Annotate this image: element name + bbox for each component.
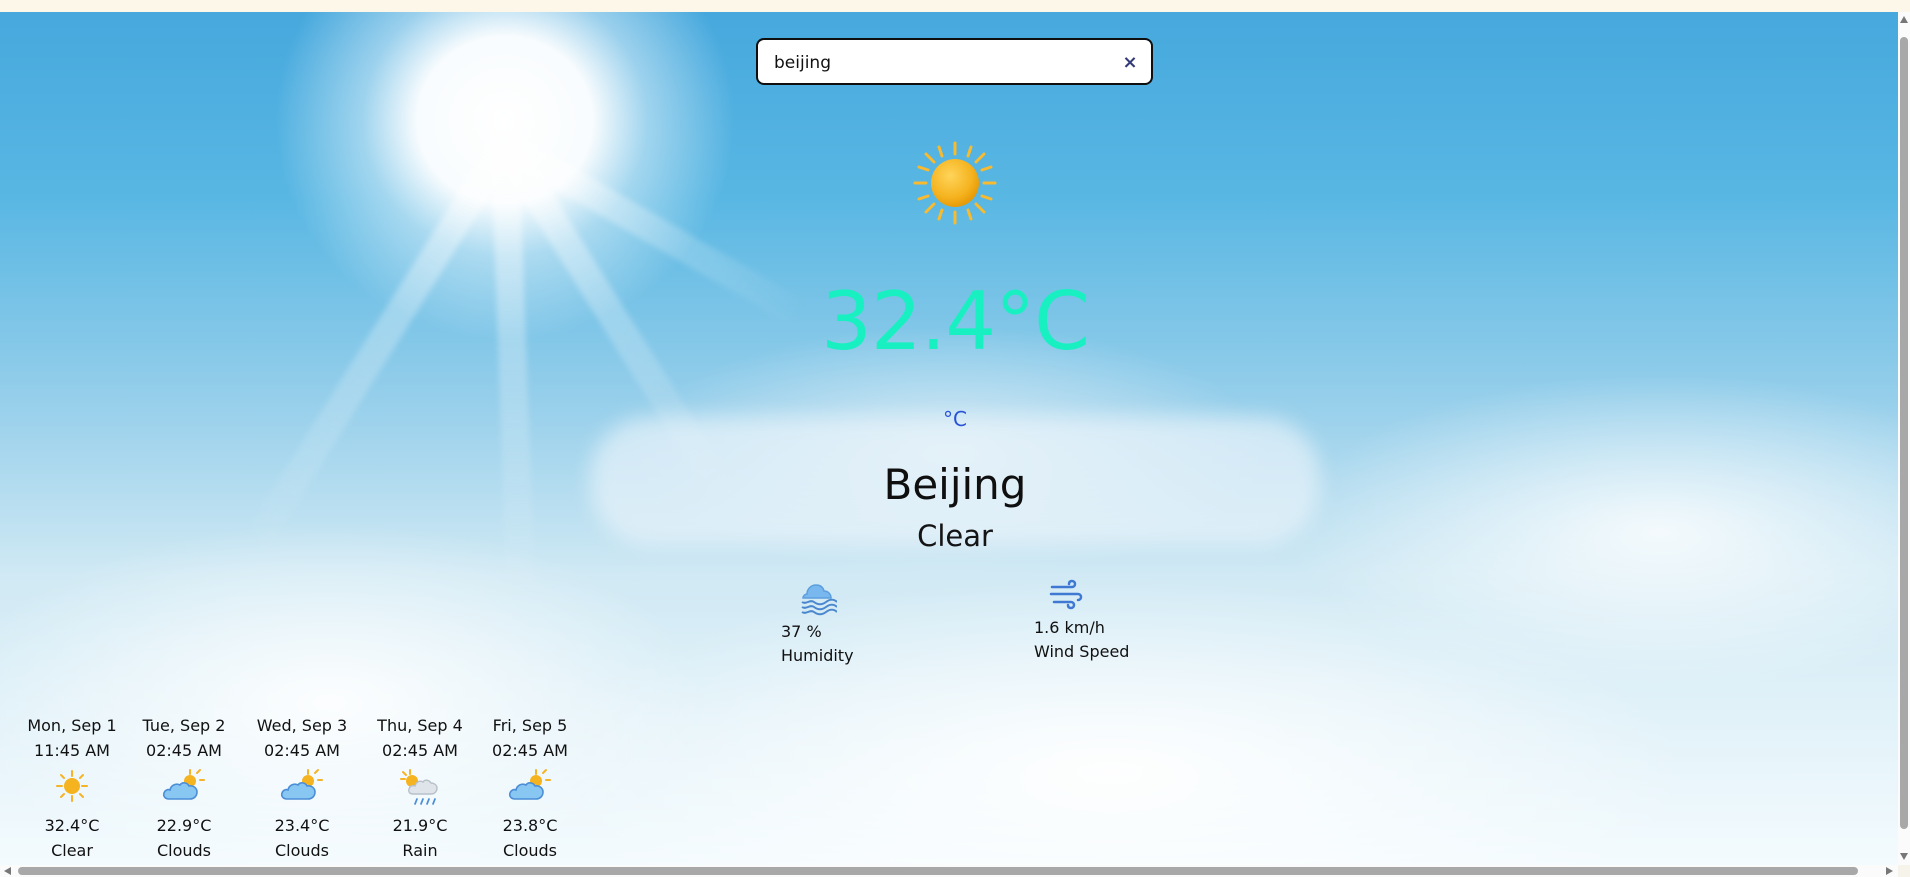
forecast-item: Thu, Sep 4 02:45 AM 21.9°C Rain <box>364 713 476 864</box>
current-condition: Clear <box>917 519 993 553</box>
forecast-item: Fri, Sep 5 02:45 AM 23.8°C Clouds <box>474 713 586 864</box>
horizontal-scrollbar[interactable] <box>0 865 1898 877</box>
forecast-condition: Rain <box>402 841 438 860</box>
partly-cloudy-icon <box>508 769 551 800</box>
forecast-item: Tue, Sep 2 02:45 AM 22.9°C Clouds <box>128 713 240 864</box>
forecast-time: 02:45 AM <box>264 741 340 760</box>
wind-speed-value: 1.6 km/h <box>1034 618 1105 637</box>
forecast-temp: 32.4°C <box>44 816 100 835</box>
vertical-scrollbar[interactable] <box>1898 12 1910 865</box>
weather-app: × <box>0 0 1910 877</box>
sun-icon <box>913 141 997 225</box>
current-temperature: 32.4°C <box>821 275 1090 368</box>
vertical-scrollbar-thumb[interactable] <box>1900 37 1908 829</box>
forecast-date: Tue, Sep 2 <box>142 716 226 735</box>
forecast-time: 02:45 AM <box>382 741 458 760</box>
forecast-time: 11:45 AM <box>34 741 110 760</box>
sun-ray <box>238 136 517 559</box>
forecast-date: Mon, Sep 1 <box>27 716 117 735</box>
forecast-condition: Clear <box>51 841 93 860</box>
humidity-label: Humidity <box>781 646 854 665</box>
forecast-temp: 23.4°C <box>274 816 330 835</box>
scroll-down-icon[interactable] <box>1900 853 1908 860</box>
forecast-list: Mon, Sep 1 11:45 AM 32.4°C Clear Tue, Se… <box>16 713 586 864</box>
humidity-stat: 37 % Humidity <box>781 575 911 668</box>
search-box: × <box>756 38 1153 85</box>
forecast-time: 02:45 AM <box>146 741 222 760</box>
sky-background: × <box>0 12 1898 865</box>
forecast-item: Wed, Sep 3 02:45 AM 23.4°C Clouds <box>246 713 358 864</box>
scroll-left-icon[interactable] <box>4 867 11 875</box>
humidity-cloud-icon <box>801 584 837 616</box>
forecast-condition: Clouds <box>156 841 212 860</box>
partly-cloudy-icon <box>162 769 205 800</box>
horizontal-scrollbar-thumb[interactable] <box>18 867 1858 875</box>
sun-icon <box>56 770 88 802</box>
forecast-time: 02:45 AM <box>492 741 568 760</box>
clear-search-button[interactable]: × <box>1119 51 1141 73</box>
wind-icon <box>1049 579 1083 610</box>
forecast-temp: 22.9°C <box>156 816 212 835</box>
scroll-right-icon[interactable] <box>1886 867 1893 875</box>
scroll-up-icon[interactable] <box>1900 16 1908 23</box>
humidity-value: 37 % <box>781 622 822 641</box>
partly-cloudy-icon <box>280 769 323 800</box>
forecast-temp: 21.9°C <box>392 816 448 835</box>
search-input[interactable] <box>772 40 1106 85</box>
sun-rain-cloud-icon <box>400 769 438 805</box>
unit-toggle[interactable]: °C <box>930 407 980 431</box>
forecast-date: Fri, Sep 5 <box>492 716 568 735</box>
city-name: Beijing <box>883 460 1027 509</box>
wind-speed-label: Wind Speed <box>1034 642 1130 661</box>
forecast-temp: 23.8°C <box>502 816 558 835</box>
forecast-date: Thu, Sep 4 <box>377 716 463 735</box>
forecast-condition: Clouds <box>502 841 558 860</box>
sun-ray <box>491 143 535 595</box>
forecast-item: Mon, Sep 1 11:45 AM 32.4°C Clear <box>16 713 128 864</box>
wind-stat: 1.6 km/h Wind Speed <box>1034 577 1164 664</box>
forecast-date: Wed, Sep 3 <box>256 716 348 735</box>
forecast-condition: Clouds <box>274 841 330 860</box>
